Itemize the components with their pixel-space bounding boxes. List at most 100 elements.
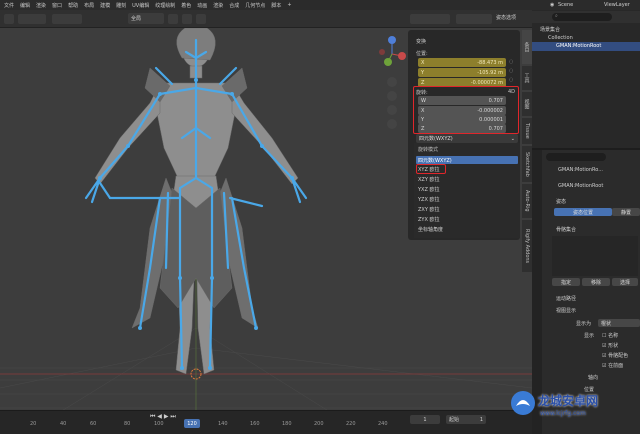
menu-item[interactable]: 纹理绘制 <box>155 2 175 9</box>
menu-item[interactable]: 布局 <box>84 2 94 9</box>
display-as-select[interactable]: 棍状 <box>598 319 640 327</box>
name-checkbox[interactable]: ☐ 名称 <box>602 332 618 339</box>
outliner-item-scene-collection[interactable]: 场景集合 <box>540 26 560 33</box>
outliner-item-collection[interactable]: Collection <box>548 35 573 41</box>
remove-button[interactable]: 移除 <box>582 278 610 286</box>
location-y-field[interactable]: Y -105.92 m <box>418 68 506 77</box>
timeline-tick: 140 <box>218 421 228 427</box>
menu-item[interactable]: 渲染 <box>213 2 223 9</box>
scene-collection-label: 场景集合 <box>540 27 561 33</box>
lock-icon[interactable]: ◌ <box>509 77 515 86</box>
tab-auto-rig[interactable]: Auto-Rig <box>522 184 532 218</box>
editor-type-icon[interactable] <box>4 14 14 24</box>
tab-tool-label: 工具 <box>523 73 530 83</box>
rotation-mode-select[interactable]: 四元数(WXYZ) ⌄ <box>416 134 518 143</box>
menu-item[interactable]: 渲染 <box>36 2 46 9</box>
bone-collections-title[interactable]: 骨骼集合 <box>556 226 576 233</box>
menu-item[interactable]: UV编辑 <box>132 2 149 9</box>
frame-field[interactable]: 1 <box>410 415 440 424</box>
outliner-item-motionroot[interactable]: GMAN:MotionRoot <box>532 42 640 51</box>
rest-position-button[interactable]: 静置 <box>612 208 640 216</box>
location-x-value: -88.473 m <box>477 59 503 66</box>
location-y-value: -105.92 m <box>477 69 503 76</box>
rotation-4d-label: 4D <box>508 89 516 95</box>
properties-search-input[interactable] <box>546 153 606 161</box>
menu-item[interactable]: 窗口 <box>52 2 62 9</box>
shading-group[interactable] <box>456 14 492 24</box>
dropdown-item-quaternion: 四元数(WXYZ) <box>418 158 452 164</box>
scene-selector[interactable]: Scene <box>558 2 573 8</box>
menu-item[interactable]: 合成 <box>229 2 239 9</box>
proportional-icon[interactable] <box>196 14 206 24</box>
armature-name[interactable]: GMAN:MotionRo... <box>558 167 603 173</box>
menu-item[interactable]: 雕刻 <box>116 2 126 9</box>
rotation-label: 旋转: <box>416 90 428 96</box>
menu-item[interactable]: 文件 <box>4 2 14 9</box>
timeline-tick: 40 <box>60 421 67 427</box>
location-x-field[interactable]: X -88.473 m <box>418 58 506 67</box>
menu-item[interactable]: 脚本 <box>271 2 281 9</box>
rotation-z-field[interactable]: Z 0.707 <box>418 124 506 133</box>
tab-tissue[interactable]: Tissue <box>522 118 532 144</box>
dropdown-item-xzy[interactable]: XZY 欧拉 <box>418 176 440 183</box>
playback-controls[interactable]: ⏮ ◀ ▶ ⏭ <box>150 413 210 421</box>
snap-icon[interactable] <box>182 14 192 24</box>
tab-view[interactable]: 视图 <box>522 92 532 116</box>
lock-icon[interactable]: ◌ <box>509 68 515 77</box>
menu-item[interactable]: 动画 <box>197 2 207 9</box>
viewport-nav-buttons[interactable] <box>387 77 397 129</box>
rotation-y-field[interactable]: Y 0.000001 <box>418 115 506 124</box>
lock-icons[interactable]: ◌ ◌ ◌ <box>509 59 515 87</box>
bone-collections-list[interactable] <box>552 236 638 276</box>
menu-item[interactable]: + <box>287 2 291 8</box>
mode-selector[interactable] <box>18 14 46 24</box>
tab-tool[interactable]: 工具 <box>522 66 532 90</box>
pivot-icon[interactable] <box>168 14 178 24</box>
tab-item[interactable]: 条目 <box>522 30 532 64</box>
pose-position-button[interactable]: 姿态位置 <box>554 208 612 216</box>
search-input[interactable]: ⌕ <box>552 13 612 21</box>
current-frame-indicator[interactable]: 120 <box>184 419 200 428</box>
dropdown-item-yxz[interactable]: YXZ 欧拉 <box>418 186 440 193</box>
tab-rigify[interactable]: Rigify Addons <box>522 220 532 272</box>
menu-item[interactable]: 建模 <box>100 2 110 9</box>
dropdown-item-selected[interactable]: 四元数(WXYZ) <box>416 156 518 164</box>
playback-icons[interactable]: ⏮ ◀ ▶ ⏭ <box>150 413 176 420</box>
dropdown-item-axis-angle[interactable]: 坐标轴角度 <box>418 226 443 233</box>
location-x-axis: X <box>421 59 425 66</box>
bone-name-field[interactable]: GMAN:MotionRoot <box>558 183 603 189</box>
timeline[interactable]: ⏮ ◀ ▶ ⏭ 20 40 60 80 100 120 140 160 180 … <box>0 410 532 434</box>
tab-sketchfab[interactable]: Sketchfab <box>522 146 532 182</box>
menu-item[interactable]: 帮助 <box>68 2 78 9</box>
bone-colors-checkbox[interactable]: ☑ 骨骼配色 <box>602 352 628 359</box>
motion-paths-title[interactable]: 运动路径 <box>556 295 576 302</box>
tab-view-label: 视图 <box>523 99 530 109</box>
viewport-display-title[interactable]: 视图显示 <box>556 307 576 314</box>
dropdown-item-yzx[interactable]: YZX 欧拉 <box>418 196 440 203</box>
display-as-label: 显示为 <box>576 321 592 327</box>
rotation-w-field[interactable]: W 0.707 <box>418 96 506 105</box>
start-frame-value: 1 <box>479 416 483 423</box>
menu-item[interactable]: 着色 <box>181 2 191 9</box>
assign-button[interactable]: 指定 <box>552 278 580 286</box>
menu-item[interactable]: 编辑 <box>20 2 30 9</box>
overlay-group[interactable] <box>410 14 450 24</box>
transform-orientation-select[interactable]: 全局 <box>128 13 164 24</box>
shape-checkbox[interactable]: ☑ 形状 <box>602 342 618 349</box>
dropdown-item-zxy[interactable]: ZXY 欧拉 <box>418 206 440 213</box>
view-layer-selector[interactable]: ViewLayer <box>604 2 630 8</box>
pose-options-button[interactable]: 姿态选项 <box>496 14 516 21</box>
dropdown-item-zyx[interactable]: ZYX 欧拉 <box>418 216 440 223</box>
transform-section-title[interactable]: 变换 <box>416 38 426 45</box>
menu-item[interactable]: 几何节点 <box>245 2 265 9</box>
start-frame-field[interactable]: 起始 1 <box>446 415 486 424</box>
outliner-top-header: ◉ Scene ViewLayer <box>532 0 640 10</box>
select-button[interactable]: 选择 <box>612 278 638 286</box>
rotation-x-field[interactable]: X -0.000002 <box>418 106 506 115</box>
lock-icon[interactable]: ◌ <box>509 59 515 68</box>
rotation-w-value: 0.707 <box>488 97 503 104</box>
in-front-checkbox[interactable]: ☑ 在前面 <box>602 362 623 369</box>
menu-group[interactable] <box>52 14 82 24</box>
pose-section-title[interactable]: 姿态 <box>556 198 566 205</box>
navigation-gizmo[interactable] <box>379 36 406 66</box>
